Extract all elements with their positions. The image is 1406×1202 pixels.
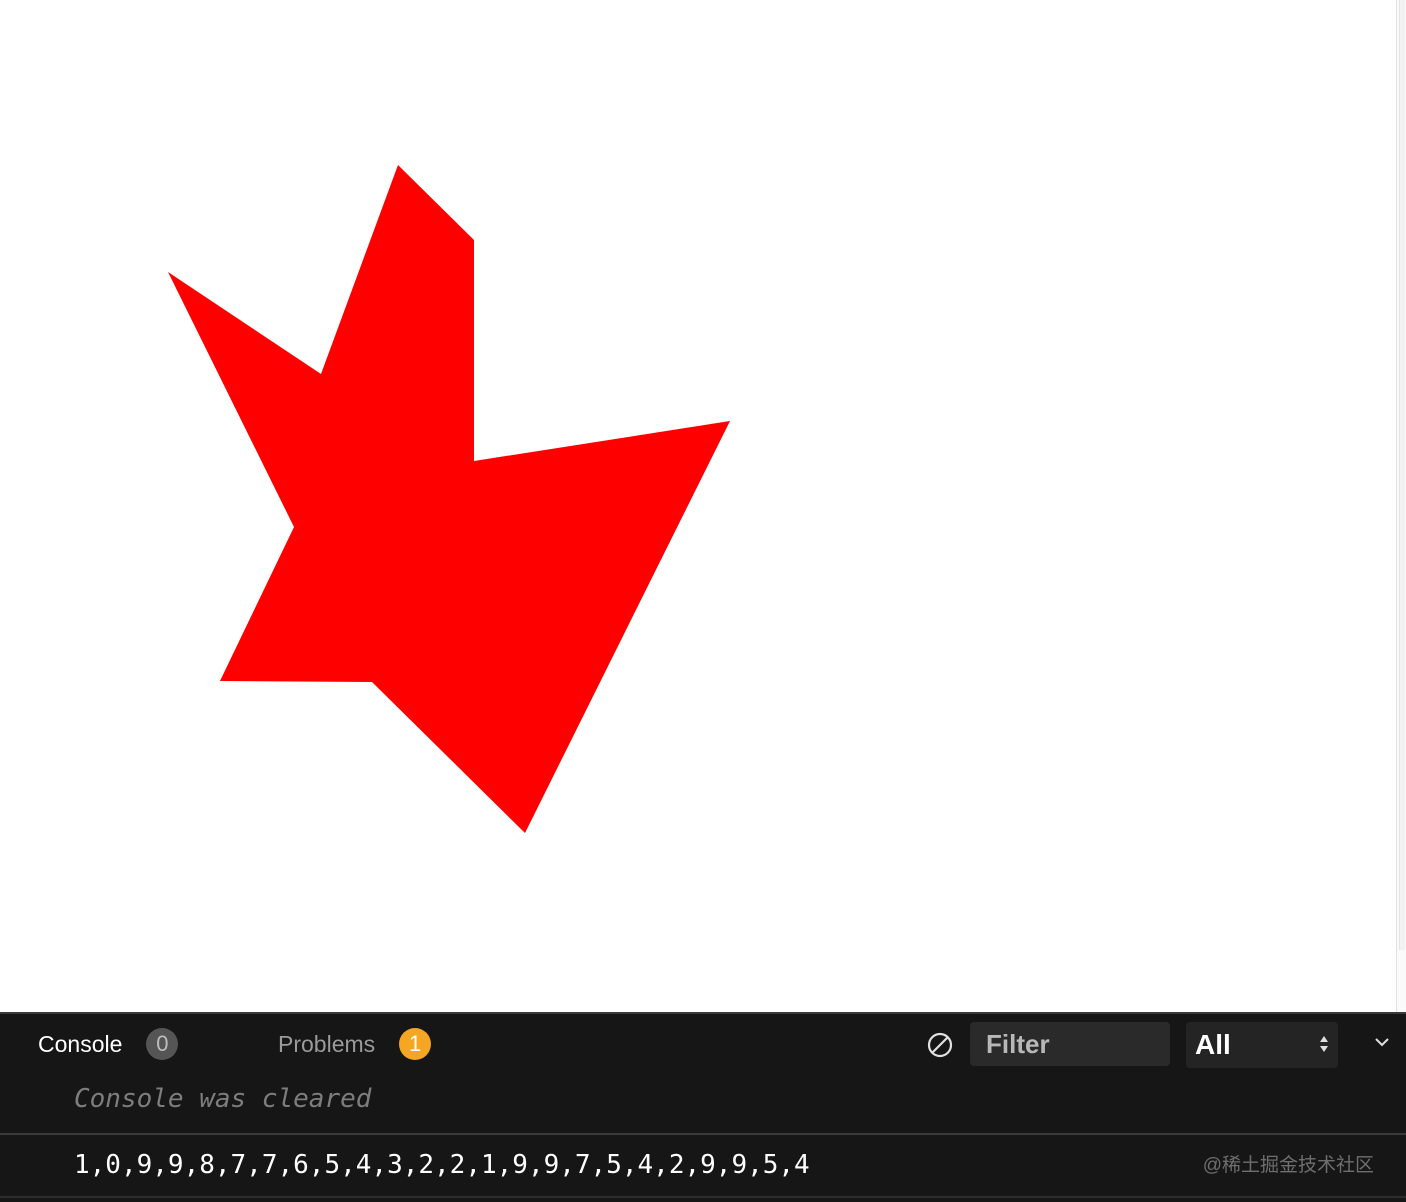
collapse-panel-button[interactable]	[1372, 1034, 1392, 1050]
log-level-select[interactable]: All	[1186, 1022, 1338, 1068]
preview-scrollbar[interactable]	[1396, 0, 1406, 1012]
red-polygon-shape	[168, 165, 730, 833]
tab-console[interactable]: Console 0	[38, 1028, 179, 1060]
clear-console-icon	[927, 1032, 953, 1058]
log-level-value: All	[1195, 1029, 1231, 1060]
chevron-down-icon	[1375, 1038, 1389, 1047]
console-cleared-message: Console was cleared	[74, 1084, 372, 1114]
preview-scroll-thumb[interactable]	[1399, 0, 1405, 950]
clear-console-button[interactable]	[926, 1031, 954, 1059]
console-count-badge: 0	[146, 1028, 179, 1060]
up-down-arrows-icon	[1320, 1036, 1328, 1052]
watermark: @稀土掘金技术社区	[1202, 1155, 1374, 1176]
red-polygon-canvas	[168, 165, 730, 833]
problems-count-badge: 1	[399, 1028, 432, 1060]
console-toolbar: Console 0 Problems 1 All	[0, 1014, 1406, 1074]
tab-problems-label: Problems	[278, 1030, 376, 1057]
log-divider	[0, 1133, 1406, 1135]
tab-problems[interactable]: Problems 1	[278, 1028, 432, 1060]
filter-input[interactable]	[970, 1022, 1170, 1066]
console-log-line: 1,0,9,9,8,7,7,6,5,4,3,2,2,1,9,9,7,5,4,2,…	[74, 1150, 810, 1180]
tab-console-label: Console	[38, 1030, 123, 1057]
bottom-divider	[0, 1196, 1406, 1198]
console-panel: Console 0 Problems 1 All Cons	[0, 1012, 1406, 1202]
preview-pane	[0, 0, 1406, 1012]
